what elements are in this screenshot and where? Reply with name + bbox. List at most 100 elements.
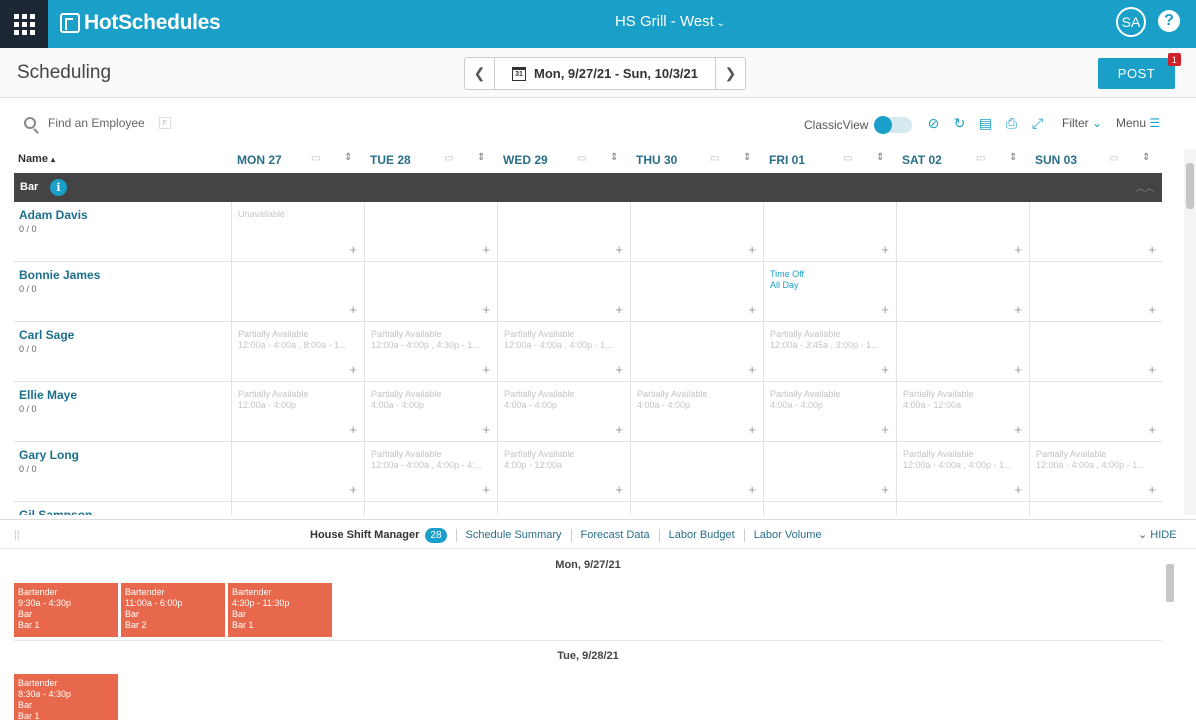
add-shift-icon[interactable]: + <box>748 243 756 256</box>
add-shift-icon[interactable]: + <box>482 243 490 256</box>
add-shift-icon[interactable]: + <box>482 303 490 316</box>
panel-tab[interactable]: Forecast Data <box>570 529 659 542</box>
grid-scrollbar[interactable] <box>1184 149 1196 515</box>
note-icon[interactable]: ▭ <box>843 153 852 164</box>
store-selector[interactable]: HS Grill - West ⌄ <box>560 13 780 30</box>
add-shift-icon[interactable]: + <box>1148 243 1156 256</box>
schedule-cell[interactable]: + <box>897 202 1030 262</box>
add-shift-icon[interactable]: + <box>1148 303 1156 316</box>
apps-grid-icon[interactable] <box>0 0 48 48</box>
shift-card[interactable]: Bartender 8:30a - 4:30p Bar Bar 1 <box>14 674 118 720</box>
schedule-cell[interactable]: + <box>365 502 498 515</box>
menu-button[interactable]: Menu ☰ <box>1116 116 1160 130</box>
schedule-cell[interactable]: + <box>631 322 764 382</box>
day-header-1[interactable]: TUE 28 ▭ ⇕ <box>370 152 503 167</box>
sort-icon[interactable]: ⇕ <box>1009 152 1017 163</box>
fullscreen-icon[interactable]: ⤢ <box>1030 116 1045 131</box>
grid-scroll-thumb[interactable] <box>1186 163 1194 209</box>
add-shift-icon[interactable]: + <box>1014 483 1022 496</box>
add-shift-icon[interactable]: + <box>748 423 756 436</box>
add-shift-icon[interactable]: + <box>748 363 756 376</box>
note-icon[interactable]: ▭ <box>976 153 985 164</box>
panel-scroll-thumb[interactable] <box>1166 564 1174 602</box>
schedule-cell[interactable]: + <box>365 202 498 262</box>
day-header-3[interactable]: THU 30 ▭ ⇕ <box>636 152 769 167</box>
sort-icon[interactable]: ⇕ <box>477 152 485 163</box>
add-shift-icon[interactable]: + <box>1148 363 1156 376</box>
schedule-cell[interactable]: + <box>631 262 764 322</box>
schedule-cell[interactable]: Partially Available 12:00a - 4:00a , 4:00… <box>1030 442 1162 502</box>
info-icon[interactable]: i <box>50 179 67 196</box>
add-shift-icon[interactable]: + <box>349 243 357 256</box>
note-icon[interactable]: ▭ <box>311 153 320 164</box>
schedule-cell[interactable]: Unavailable + <box>232 202 365 262</box>
schedule-cell[interactable]: + <box>631 442 764 502</box>
schedule-cell[interactable]: Partially Available 12:00a - 4:00a , 4:00… <box>365 442 498 502</box>
add-shift-icon[interactable]: + <box>349 423 357 436</box>
add-shift-icon[interactable]: + <box>1014 423 1022 436</box>
schedule-cell[interactable]: Partially Available 12:00a - 4:00a , 4:00… <box>498 322 631 382</box>
classic-view-toggle[interactable] <box>874 116 913 134</box>
employee-name[interactable]: Carl Sage <box>19 328 74 342</box>
shift-card[interactable]: Bartender 9:30a - 4:30p Bar Bar 1 <box>14 583 118 637</box>
search-input[interactable]: Find an Employee <box>48 116 145 130</box>
schedule-cell[interactable]: + <box>764 202 897 262</box>
panel-tab[interactable]: Labor Budget <box>658 529 744 542</box>
schedule-cell[interactable]: + <box>897 262 1030 322</box>
schedule-cell[interactable]: + <box>897 502 1030 515</box>
hotschedules-logo[interactable]: HotSchedules <box>60 10 221 36</box>
hide-panel-button[interactable]: ⌄ HIDE <box>1138 528 1177 541</box>
note-icon[interactable]: ▭ <box>577 153 586 164</box>
panel-tab[interactable]: Schedule Summary <box>455 529 571 542</box>
add-shift-icon[interactable]: + <box>881 363 889 376</box>
user-avatar[interactable]: SA <box>1116 7 1146 37</box>
add-shift-icon[interactable]: + <box>615 483 623 496</box>
schedule-cell[interactable]: Partially Available 4:00a - 4:00p + <box>764 382 897 442</box>
filter-dropdown[interactable]: Filter ⌄ <box>1062 116 1102 130</box>
schedule-cell[interactable]: + <box>232 262 365 322</box>
sort-icon[interactable]: ⇕ <box>1142 152 1150 163</box>
group-bar[interactable]: Bar i ︿︿ <box>14 173 1162 202</box>
schedule-cell[interactable]: Partially Available 4:00a - 12:00a + <box>897 382 1030 442</box>
day-header-2[interactable]: WED 29 ▭ ⇕ <box>503 152 636 167</box>
date-range-picker[interactable]: 31 Mon, 9/27/21 - Sun, 10/3/21 <box>495 58 715 89</box>
employee-name[interactable]: Adam Davis <box>19 208 88 222</box>
schedule-cell[interactable]: + <box>631 202 764 262</box>
schedule-cell[interactable]: Time Off All Day + <box>764 262 897 322</box>
schedule-cell[interactable]: + <box>897 322 1030 382</box>
day-header-5[interactable]: SAT 02 ▭ ⇕ <box>902 152 1035 167</box>
panel-tab[interactable]: House Shift Manager 28 <box>310 528 456 543</box>
add-shift-icon[interactable]: + <box>1014 303 1022 316</box>
name-column-header[interactable]: Name ▴ <box>18 153 55 165</box>
add-shift-icon[interactable]: + <box>482 423 490 436</box>
day-header-0[interactable]: MON 27 ▭ ⇕ <box>237 152 370 167</box>
schedule-cell[interactable]: Partially Available 12:00a - 4:00a , 4:00… <box>897 442 1030 502</box>
add-shift-icon[interactable]: + <box>1148 483 1156 496</box>
spreadsheet-icon[interactable]: ▤ <box>978 116 993 131</box>
sort-icon[interactable]: ⇕ <box>344 152 352 163</box>
note-icon[interactable]: ▭ <box>1109 153 1118 164</box>
day-header-6[interactable]: SUN 03 ▭ ⇕ <box>1035 152 1168 167</box>
add-shift-icon[interactable]: + <box>748 483 756 496</box>
add-shift-icon[interactable]: + <box>881 303 889 316</box>
drag-handle-icon[interactable]: || <box>14 529 20 541</box>
add-shift-icon[interactable]: + <box>881 483 889 496</box>
schedule-cell[interactable]: Partially Available 4:00a - 4:00p + <box>631 382 764 442</box>
day-header-4[interactable]: FRI 01 ▭ ⇕ <box>769 152 902 167</box>
schedule-cell[interactable]: + <box>498 262 631 322</box>
schedule-cell[interactable]: + <box>498 502 631 515</box>
schedule-cell[interactable]: + <box>1030 262 1162 322</box>
schedule-cell[interactable]: + <box>764 442 897 502</box>
add-shift-icon[interactable]: + <box>615 363 623 376</box>
print-icon[interactable]: ⎙ <box>1004 116 1019 131</box>
employee-name[interactable]: Gil Sampson <box>19 508 92 515</box>
note-icon[interactable]: ▭ <box>444 153 453 164</box>
schedule-cell[interactable]: Partially Available 12:00a - 4:00p , 4:30… <box>365 322 498 382</box>
add-shift-icon[interactable]: + <box>349 363 357 376</box>
shift-card[interactable]: Bartender 4:30p - 11:30p Bar Bar 1 <box>228 583 332 637</box>
employee-name[interactable]: Bonnie James <box>19 268 100 282</box>
add-shift-icon[interactable]: + <box>482 363 490 376</box>
add-shift-icon[interactable]: + <box>349 483 357 496</box>
add-shift-icon[interactable]: + <box>1014 363 1022 376</box>
schedule-cell[interactable]: + <box>1030 502 1162 515</box>
